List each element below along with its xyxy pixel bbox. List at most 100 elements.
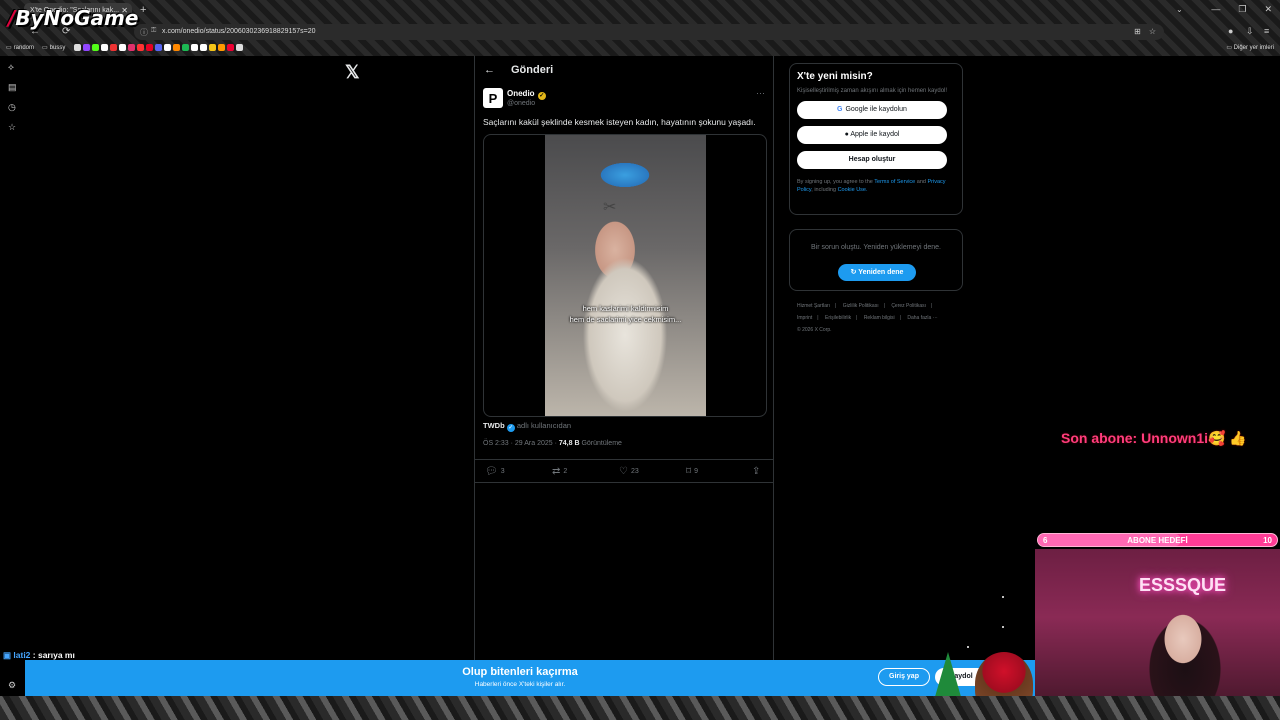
extension-icon[interactable]: ● (1228, 26, 1233, 36)
footer-link[interactable]: Hizmet Şartları (797, 303, 830, 309)
login-banner: Olup bitenleri kaçırma Haberleri önce X'… (25, 660, 1035, 696)
site-info-icon[interactable]: ⓘ (140, 27, 148, 38)
favorites-icon[interactable]: ☆ (8, 122, 17, 133)
bookmark-favicon[interactable] (191, 44, 198, 51)
post-media[interactable]: ✂ hem kaslarimi kaldirmisim hem de sacla… (483, 134, 767, 417)
folder-icon: ▭ (42, 45, 48, 51)
cookie-link[interactable]: Cookie Use. (838, 187, 868, 193)
avatar[interactable]: P (483, 88, 503, 108)
video-player[interactable]: ✂ hem kaslarimi kaldirmisim hem de sacla… (545, 135, 706, 416)
star-icon[interactable]: ☆ (1149, 27, 1156, 36)
url-text[interactable]: x.com/onedio/status/2006030236918829157s… (162, 28, 316, 35)
post-text: Saçlarını kakül şeklinde kesmek isteyen … (483, 117, 756, 127)
bookmarks-bar: ▭ random ▭ bussy ▭ Diğer yer imleri (0, 42, 1280, 56)
bookmark-favicon[interactable] (173, 44, 180, 51)
terms-link[interactable]: Terms of Service (874, 179, 915, 185)
bookmark-favicon[interactable] (83, 44, 90, 51)
post-time[interactable]: ÖS 2:33 · 29 Ara 2025 · (483, 440, 559, 447)
address-bar[interactable]: ⓘ ⚿ x.com/onedio/status/2006030236918829… (134, 24, 1164, 40)
retry-button[interactable]: ↻ Yeniden dene (838, 264, 916, 281)
bookmark-favicon[interactable] (119, 44, 126, 51)
share-button[interactable]: ⇪ (752, 466, 760, 477)
bookmark-favicon[interactable] (110, 44, 117, 51)
credit-name[interactable]: TWDb (483, 421, 505, 430)
reload-icon[interactable]: ⟳ (62, 26, 70, 37)
ai-sparkle-icon[interactable]: ⟡ (8, 62, 17, 73)
navigation-row: ← ⟳ ⓘ ⚿ x.com/onedio/status/200603023691… (0, 23, 1280, 41)
reply-button[interactable]: 💬︎ 3 (485, 466, 505, 477)
video-caption: hem kaslarimi kaldirmisim hem de saclari… (545, 303, 706, 325)
bookmark-favicon[interactable] (137, 44, 144, 51)
close-window-icon[interactable]: ✕ (1264, 4, 1272, 15)
x-logo-icon[interactable]: 𝕏 (345, 62, 360, 83)
bookmark-favicon[interactable] (92, 44, 99, 51)
banner-subtitle: Haberleri önce X'teki kişiler alır. (474, 681, 566, 688)
bookmark-favicon[interactable] (74, 44, 81, 51)
back-arrow-icon[interactable]: ← (484, 64, 495, 76)
apple-icon: ● (844, 131, 849, 138)
minimize-icon[interactable]: — (1211, 4, 1220, 15)
post-column: ← Gönderi P Onedio ✓ @onedio ··· Saçları… (474, 56, 774, 660)
bookmark-favicon[interactable] (155, 44, 162, 51)
more-icon[interactable]: ··· (756, 88, 765, 98)
other-bookmarks-label: Diğer yer imleri (1233, 45, 1274, 51)
bookmark-favicon[interactable] (200, 44, 207, 51)
legal-including: , including (811, 187, 838, 193)
bookmark-favicon[interactable] (227, 44, 234, 51)
new-tab-icon[interactable]: + (140, 4, 146, 16)
bookmark-icon: ⌑ (686, 466, 692, 477)
sparkle-icon (1002, 626, 1004, 628)
folder-icon: ▭ (6, 45, 12, 51)
create-account-button[interactable]: Hesap oluştur (797, 151, 947, 169)
video-caption-line2: hem de saclarimi yice cekmisim... (569, 315, 682, 324)
bookmark-favicon[interactable] (146, 44, 153, 51)
footer-link[interactable]: Reklam bilgisi (864, 315, 895, 321)
refresh-icon: ↻ (850, 269, 857, 276)
repost-button[interactable]: ⇄ 2 (552, 466, 567, 477)
footer-separator: | (899, 315, 901, 321)
chevron-down-icon[interactable]: ⌄ (1176, 5, 1183, 14)
like-count: 23 (630, 468, 639, 475)
repost-count: 2 (563, 468, 568, 475)
history-icon[interactable]: ◷ (8, 102, 17, 113)
footer-separator: | (835, 303, 837, 309)
bookmark-button[interactable]: ⌑ 9 (686, 466, 698, 477)
bookmark-favicon[interactable] (182, 44, 189, 51)
footer-link[interactable]: Gizlilik Politikası (843, 303, 879, 309)
maximize-icon[interactable]: ❐ (1238, 4, 1246, 15)
bookmark-favicon[interactable] (164, 44, 171, 51)
download-icon[interactable]: ⇩ (1246, 26, 1254, 37)
other-bookmarks[interactable]: ▭ Diğer yer imleri (1226, 44, 1274, 51)
like-button[interactable]: ♡ 23 (619, 466, 639, 477)
bookmark-bussy[interactable]: ▭ bussy (42, 44, 65, 52)
window-controls: — ❐ ✕ (1211, 4, 1272, 15)
bookmark-favicon[interactable] (236, 44, 243, 51)
back-nav-icon[interactable]: ← (30, 26, 40, 37)
bookmark-favicon[interactable] (128, 44, 135, 51)
bookmark-favicon[interactable] (209, 44, 216, 51)
footer-link[interactable]: Daha fazla ··· (907, 315, 937, 321)
author-name-row[interactable]: Onedio ✓ (507, 89, 546, 100)
footer-link[interactable]: Erişilebilirlik (825, 315, 851, 321)
bookmark-favicon[interactable] (218, 44, 225, 51)
menu-icon[interactable]: ≡ (1264, 26, 1269, 36)
goal-label: ABONE HEDEFİ (1127, 536, 1188, 545)
author-name[interactable]: Onedio (507, 89, 535, 98)
footer-separator: | (883, 303, 885, 309)
apple-signup-button[interactable]: ● Apple ile kaydol (797, 126, 947, 144)
google-signup-label: Google ile kaydolun (845, 106, 907, 113)
reply-count: 3 (500, 468, 505, 475)
translate-icon[interactable]: ⊞ (1134, 27, 1141, 36)
bookmark-random[interactable]: ▭ random (6, 44, 34, 52)
reading-list-icon[interactable]: ▤ (8, 82, 17, 93)
bookmark-favicon[interactable] (101, 44, 108, 51)
footer-link[interactable]: Imprint (797, 315, 812, 321)
author-handle[interactable]: @onedio (507, 100, 535, 107)
legal-prefix: By signing up, you agree to the (797, 179, 875, 185)
login-button[interactable]: Giriş yap (878, 668, 930, 686)
gear-icon[interactable]: ⚙ (8, 680, 16, 691)
google-signup-button[interactable]: G Google ile kaydolun (797, 101, 947, 119)
footer-link[interactable]: Çerez Politikası (891, 303, 926, 309)
apple-signup-label: Apple ile kaydol (850, 131, 900, 138)
reply-icon: 💬︎ (485, 466, 498, 477)
